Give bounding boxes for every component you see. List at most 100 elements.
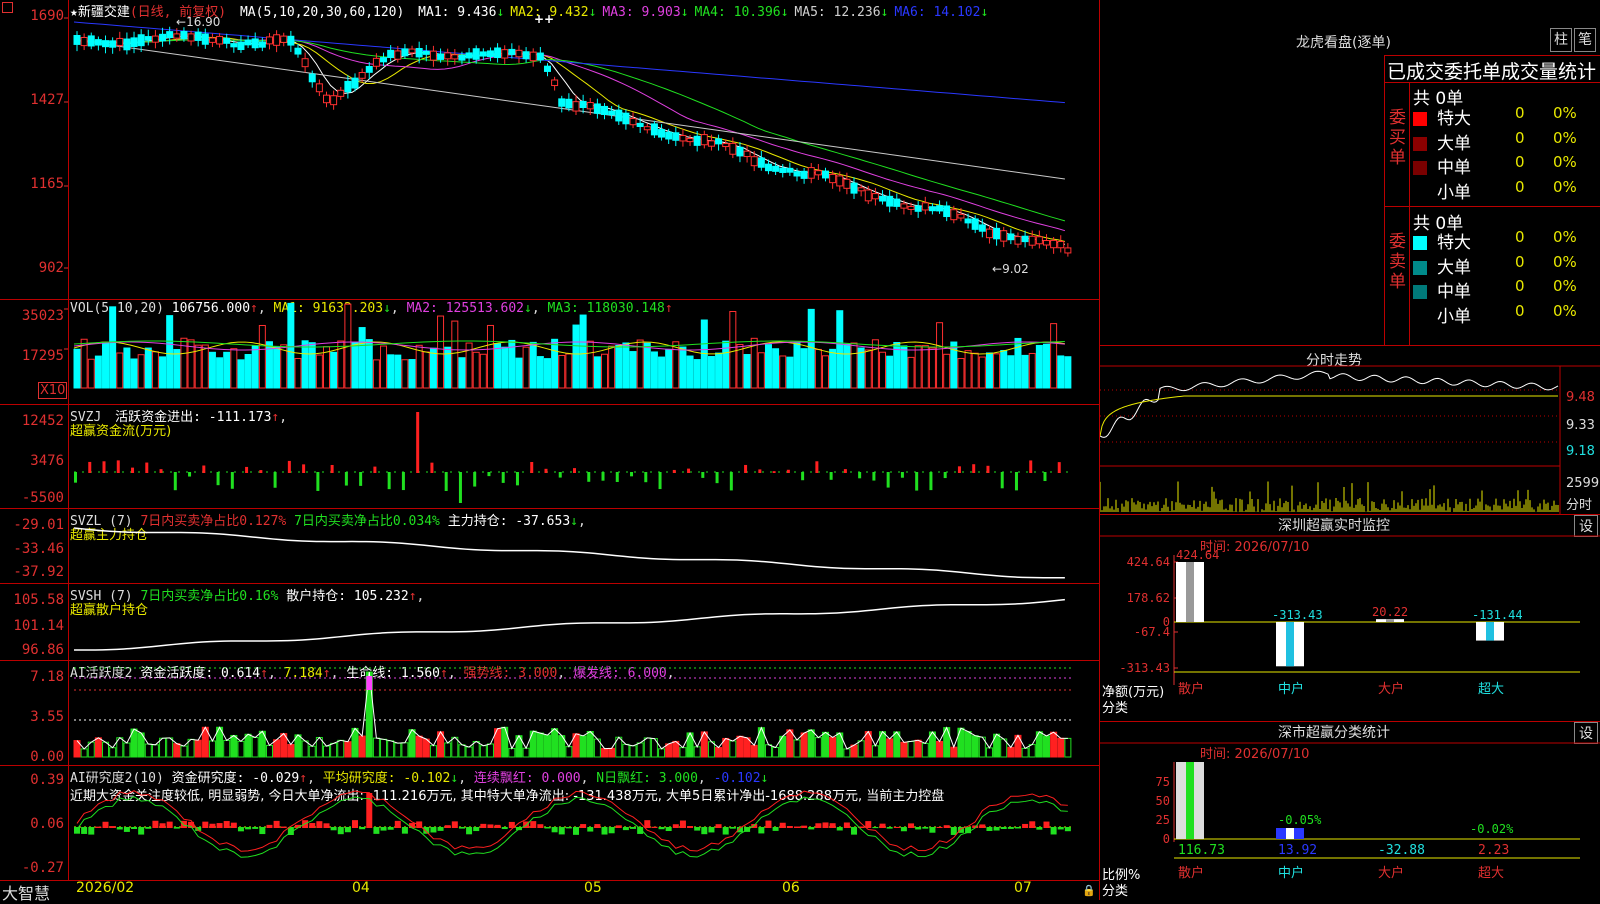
classify-bottom-value: -32.88 [1378, 843, 1425, 858]
monitor-bar-stripe [1486, 622, 1494, 641]
ai1-bar [80, 748, 88, 758]
candle [978, 224, 986, 232]
volume-bar [629, 351, 637, 389]
volume-bar [643, 342, 651, 389]
candle [1000, 230, 1008, 242]
candle [822, 170, 829, 179]
buy-row-count: 0 [1515, 104, 1525, 122]
volume-bar [372, 359, 380, 389]
candle [330, 95, 338, 106]
ma-line-4 [73, 39, 1066, 222]
ai1-bar [422, 738, 430, 758]
volume-bar [601, 353, 609, 389]
ai1-bar [750, 744, 758, 758]
candle [216, 35, 224, 45]
ai1-bar [401, 742, 409, 758]
ai1-bar [772, 746, 780, 758]
ai2-bar [922, 827, 929, 829]
monitor-bar-value: -313.43 [1272, 608, 1323, 622]
ai2-bar [872, 827, 879, 829]
candle [501, 49, 509, 59]
ai2-bar [245, 827, 252, 830]
ai2-bar [1050, 827, 1057, 835]
ai2-bar [915, 827, 922, 830]
svzj-bar [487, 472, 491, 477]
bar-view-button[interactable]: 柱 [1550, 28, 1572, 52]
candle [1007, 233, 1015, 241]
volume-bar [993, 353, 1001, 389]
sell-row-pct: 0% [1553, 301, 1577, 320]
svzj-bar [829, 472, 833, 480]
ai2-bar [437, 827, 444, 831]
ai1-bar [159, 737, 167, 758]
candle [750, 156, 758, 167]
monitor-category: 大户 [1378, 681, 1404, 697]
ai2-bar [630, 827, 637, 829]
monitor-category: 散户 [1178, 681, 1204, 697]
ai1-bar [194, 739, 202, 758]
candle [151, 35, 159, 43]
candle [522, 51, 530, 60]
ai1-bar [208, 740, 216, 758]
candle [102, 40, 110, 48]
candle [429, 50, 437, 61]
candle [1021, 235, 1029, 243]
svzj-bar [1000, 472, 1004, 489]
svzj-bar [587, 472, 591, 482]
ai2-bar [836, 827, 843, 831]
ai2-bar [1014, 827, 1021, 829]
ai1-bar [914, 739, 922, 758]
tick-view-button[interactable]: 笔 [1574, 28, 1596, 52]
ai1-bar [551, 728, 559, 758]
ai1-bar [921, 742, 929, 758]
ai2-bar [487, 824, 494, 828]
sell-row-pct: 0% [1553, 252, 1577, 271]
volume-bar [273, 346, 281, 389]
ai1-bar [850, 744, 858, 758]
volume-bar [437, 315, 445, 389]
candle [137, 34, 145, 47]
ai2-bar [259, 827, 266, 835]
ai1-bar [629, 745, 637, 758]
candle [686, 138, 694, 143]
sell-row: 特大 0 0% [1413, 228, 1599, 253]
candle [643, 126, 651, 131]
ai2-bar [480, 823, 487, 828]
ai1-bar [658, 748, 666, 758]
volume-bar [914, 345, 922, 389]
svzj-bar [530, 462, 534, 473]
ai1-bar [843, 748, 851, 758]
ai1-bar [151, 744, 159, 758]
volume-bar [864, 349, 872, 389]
volume-bar [365, 339, 373, 389]
candle [251, 38, 259, 49]
ai2-bar [751, 824, 758, 828]
volume-bar [814, 348, 822, 389]
ai2-bar [694, 827, 701, 831]
ai2-bar [473, 827, 480, 832]
candle [273, 34, 281, 46]
candle [629, 118, 637, 126]
ai1-bar [486, 743, 494, 758]
buy-row-name: 小单 [1437, 182, 1471, 203]
volume-bar [871, 339, 879, 389]
ai2-bar [565, 827, 572, 829]
candle [294, 47, 302, 55]
ai2-bar [344, 827, 351, 833]
candle [1042, 240, 1050, 246]
svzj-bar [929, 472, 933, 491]
ai2-bar [530, 821, 537, 828]
candle [144, 36, 152, 41]
volume-bar [943, 353, 951, 389]
volume-bar [593, 356, 601, 389]
svzj-bar [1043, 472, 1047, 482]
volume-bar [921, 345, 929, 389]
ai2-bar [1036, 827, 1043, 830]
chart-area[interactable]: ★新疆交建(日线, 前复权) MA(5,10,20,30,60,120) MA1… [0, 0, 1100, 903]
classify-pct-label: -0.02% [1470, 822, 1514, 836]
volume-bar [907, 356, 915, 389]
candle [593, 103, 601, 114]
svzj-bar [943, 472, 947, 479]
candle [779, 167, 787, 173]
candle [201, 33, 209, 45]
